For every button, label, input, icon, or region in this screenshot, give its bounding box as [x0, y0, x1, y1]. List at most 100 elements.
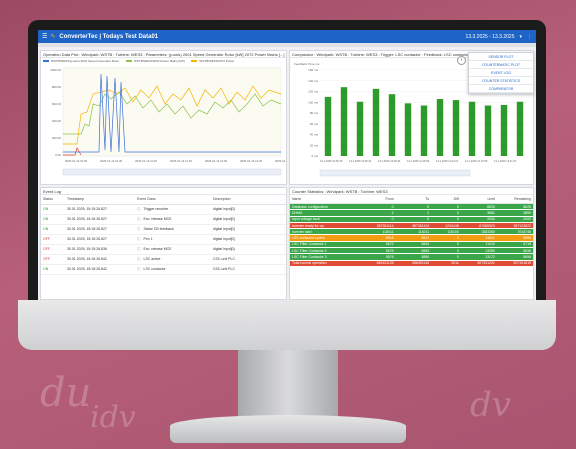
menu-item-comparator[interactable]: COMPARATOR	[469, 85, 533, 93]
menu-item-event-log[interactable]: EVENT LOG	[469, 69, 533, 77]
chevron-down-icon[interactable]: ▾	[519, 34, 522, 40]
description-cell: digital input[0]	[211, 214, 286, 225]
col-remaining[interactable]: Remaining	[496, 195, 533, 204]
timestamp-cell: 30.01.2025, 15:15:26.836	[65, 244, 135, 255]
comparator-bar[interactable]	[452, 100, 460, 156]
background-math-doodle: du	[40, 370, 92, 416]
counter-stats-panel: Counter Statistics : Windpark: WSTB : Tu…	[289, 187, 534, 300]
more-icon[interactable]: ⋮	[527, 34, 532, 40]
event-class-cell: ⓘ Pen 1	[135, 234, 211, 245]
menu-icon[interactable]: ☰	[42, 33, 47, 40]
table-row[interactable]: OFF 30.01.2025, 15:15:26.842 ⓘ LSC active CS…	[41, 254, 286, 265]
comparator-bar[interactable]	[500, 104, 508, 156]
description-cell: CSC-unit PLC	[211, 264, 286, 275]
x-tick-label: 13.1.2025 10:48:44	[378, 159, 401, 163]
x-tick-label: 2025-01-13 13:00	[275, 159, 286, 163]
table-row[interactable]: OFF 30.01.2025, 15:15:26.827 ⓘ Pen 1 digital…	[41, 234, 286, 245]
event-class-cell: ⓘ LSC contactor	[135, 264, 211, 275]
comparator-bar[interactable]	[516, 101, 524, 156]
event-class-label: Trigger recorder	[143, 206, 169, 211]
status-cell: OFF	[41, 244, 65, 255]
menu-item-countermatic-plot[interactable]: COUNTERMATIC PLOT	[469, 61, 533, 69]
app-title: ConverterTec | Todays Test Data01	[59, 33, 159, 40]
operation-plot-chart[interactable]: 1000.00 800.00 600.00 400.00 200.00 0.00 2025…	[41, 64, 286, 182]
timestamp-cell: 30.01.2025, 15:15:26.827	[65, 234, 135, 245]
x-tick-label: 2025-01-13 12:30	[240, 159, 263, 163]
info-icon[interactable]: ⓘ	[137, 217, 141, 221]
operation-plot-scrollbar[interactable]	[62, 168, 282, 176]
view-menu: SENSOR PLOT COUNTERMATIC PLOT EVENT LOG …	[468, 52, 534, 94]
counter-stats-title: Counter Statistics : Windpark: WSTB : Tu…	[290, 188, 533, 195]
event-log-panel: Event Log Status Timestamp Event Class D…	[40, 187, 287, 300]
diff-cell: 2011	[431, 260, 461, 267]
chevron-left-icon[interactable]: ›	[457, 56, 466, 65]
comparator-bar[interactable]	[404, 103, 412, 156]
col-diff[interactable]: Diff	[431, 195, 461, 204]
x-tick-label: 2025-01-13 11:00	[135, 159, 157, 163]
y-tick-label: 0 ms	[311, 154, 318, 158]
status-cell: OFF	[41, 234, 65, 245]
legend-item[interactable]: WSTB/WES3/(y-axis) 2001 Speed Generator …	[43, 59, 119, 63]
col-to[interactable]: To	[395, 195, 432, 204]
remaining-cell: 507101619	[496, 260, 533, 267]
table-row[interactable]: OFF 30.01.2025, 15:15:26.836 ⓘ Exc. release…	[41, 244, 286, 255]
col-name[interactable]: Name	[290, 195, 360, 204]
timestamp-cell: 30.01.2025, 15:15:26.827	[65, 214, 135, 225]
timestamp-cell: 30.01.2025, 15:15:26.827	[65, 224, 135, 235]
legend-item[interactable]: WSTB/WES3/2072 Power	[191, 59, 234, 63]
y-tick-label: 800.00	[52, 85, 62, 89]
event-class-label: LSC contactor	[143, 266, 166, 271]
info-icon[interactable]: ⓘ	[137, 257, 141, 261]
counter-stats-table: Name From To Diff Limit Remaining Databa…	[290, 195, 533, 267]
event-class-cell: ⓘ Exc. release MCE	[135, 244, 211, 255]
menu-item-sensor-plot[interactable]: SENSOR PLOT	[469, 53, 533, 61]
info-icon[interactable]: ⓘ	[137, 207, 141, 211]
table-row[interactable]: ON 30.01.2025, 15:15:26.827 ⓘ Trigger recor…	[41, 204, 286, 215]
comparator-bar[interactable]	[372, 88, 380, 156]
app-bar: ☰ ✎ ConverterTec | Todays Test Data01 13…	[38, 30, 536, 43]
monitor-chin	[18, 300, 556, 350]
info-icon[interactable]: ⓘ	[137, 227, 141, 231]
info-icon[interactable]: ⓘ	[137, 237, 141, 241]
col-event-class[interactable]: Event Class	[135, 195, 211, 205]
status-cell: ON	[41, 214, 65, 225]
info-icon[interactable]: ⓘ	[137, 267, 141, 271]
description-cell: digital input[0]	[211, 224, 286, 235]
table-row[interactable]: ON 30.01.2025, 15:15:26.827 ⓘ Stator CB fee…	[41, 224, 286, 235]
y-tick-label: 600.00	[52, 102, 62, 106]
y-tick-label: 400.00	[52, 119, 62, 123]
y-tick-label: 40 ms	[310, 133, 319, 137]
status-cell: ON	[41, 264, 65, 275]
comparator-bar[interactable]	[468, 101, 476, 156]
comparator-bar[interactable]	[388, 94, 396, 156]
x-tick-label: 13.1.2025 10:25:31	[349, 159, 372, 163]
col-description[interactable]: Description	[211, 195, 286, 205]
table-row[interactable]: ON 30.01.2025, 15:15:26.842 ⓘ LSC contactor…	[41, 264, 286, 275]
description-cell: CSC-unit PLC	[211, 254, 286, 265]
legend-item[interactable]: WSTB/WES3/2002 Power Mains [kW]	[126, 59, 185, 63]
info-icon[interactable]: ⓘ	[137, 247, 141, 251]
menu-item-counter-statistics[interactable]: COUNTER STATISTICS	[469, 77, 533, 85]
x-tick-label: 13.1.2025 11:18:09	[407, 159, 430, 163]
comparator-scrollbar[interactable]	[319, 169, 471, 177]
x-tick-label: 2025-01-13 10:30	[100, 159, 123, 163]
comparator-bar[interactable]	[340, 87, 348, 156]
comparator-bar[interactable]	[356, 101, 364, 156]
y-tick-label: 200.00	[52, 136, 62, 140]
col-limit[interactable]: Limit	[460, 195, 497, 204]
x-tick-label: 2025-01-13 10:00	[65, 159, 88, 163]
pen-icon: ✎	[50, 34, 56, 40]
col-timestamp[interactable]: Timestamp	[65, 195, 135, 205]
event-class-cell: ⓘ Stator CB feedback	[135, 224, 211, 235]
col-status[interactable]: Status	[41, 195, 65, 205]
y-tick-label: 80 ms	[310, 111, 319, 115]
date-range[interactable]: 13.3.2025 - 13.3.2025	[466, 34, 515, 40]
col-from[interactable]: From	[360, 195, 396, 204]
table-row[interactable]: Total normal operation 286431128 286451140…	[290, 260, 533, 267]
event-class-label: Stator CB feedback	[143, 226, 174, 231]
comparator-bar[interactable]	[484, 105, 492, 156]
comparator-bar[interactable]	[420, 105, 428, 156]
table-row[interactable]: ON 30.01.2025, 15:15:26.827 ⓘ Exc. release …	[41, 214, 286, 225]
comparator-bar[interactable]	[436, 99, 444, 156]
comparator-bar[interactable]	[324, 96, 332, 156]
